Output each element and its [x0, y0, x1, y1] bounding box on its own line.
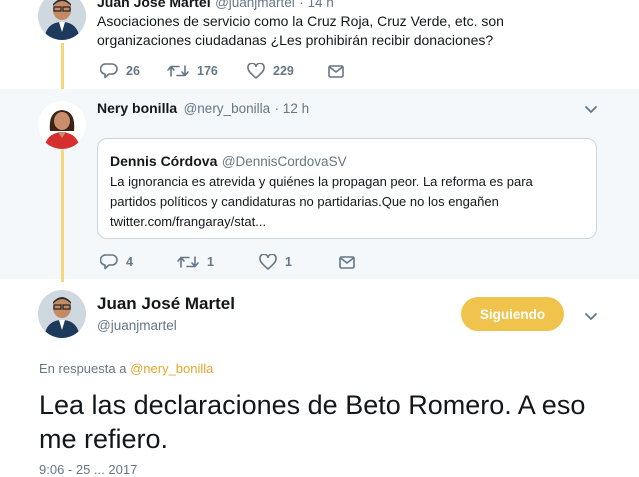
- avatar-juan-main-image: [38, 290, 86, 338]
- tweet2-actions: 4 1 1: [100, 254, 355, 270]
- tweet2-author-handle[interactable]: @nery_bonilla: [184, 101, 271, 116]
- tweet2-time[interactable]: · 12 h: [275, 101, 310, 116]
- quoted-text-line2: partidos políticos y candidaturas no par…: [110, 194, 499, 209]
- chevron-down-icon[interactable]: [584, 105, 598, 115]
- tweet1-author-name[interactable]: Juan José Martel: [97, 0, 211, 10]
- quoted-tweet-text: La ignorancia es atrevida y quiénes la p…: [110, 172, 590, 232]
- tweet2-like-button[interactable]: 1: [259, 254, 339, 270]
- tweet1-text: Asociaciones de servicio como la Cruz Ro…: [97, 12, 617, 50]
- tweet1-reply-button[interactable]: 26: [100, 63, 167, 79]
- following-button[interactable]: Siguiendo: [461, 297, 564, 331]
- tweet1-retweet-button[interactable]: 176: [167, 63, 247, 79]
- main-author-name[interactable]: Juan José Martel: [97, 294, 235, 314]
- heart-icon: [259, 254, 277, 270]
- reply-prefix: En respuesta a: [39, 361, 127, 376]
- tweet2-retweet-count: 1: [207, 255, 214, 269]
- main-text-line2: me refiero.: [39, 424, 169, 454]
- tweet1-text-line2: organizaciones ciudadanas ¿Les prohibirá…: [97, 32, 494, 48]
- envelope-icon: [328, 64, 344, 78]
- reply-context: En respuesta a @nery_bonilla: [39, 361, 213, 376]
- avatar-juan-image: [38, 0, 86, 40]
- reply-icon: [100, 254, 118, 270]
- envelope-icon: [339, 255, 355, 269]
- quoted-tweet-header: Dennis Córdova @DennisCordovaSV: [110, 153, 347, 171]
- tweet2-reply-count: 4: [126, 255, 133, 269]
- thread-line-bottom-over: [61, 150, 64, 282]
- tweet1-author-handle[interactable]: @juanjmartel: [215, 0, 295, 10]
- tweet2-author-name[interactable]: Nery bonilla: [97, 100, 177, 116]
- tweet1-like-button[interactable]: 229: [247, 63, 328, 79]
- tweet1-retweet-count: 176: [197, 64, 218, 78]
- quoted-author-name: Dennis Córdova: [110, 153, 218, 169]
- avatar-nery[interactable]: [38, 101, 86, 149]
- tweet1-like-count: 229: [273, 64, 294, 78]
- retweet-icon: [177, 256, 199, 268]
- avatar-juan-main[interactable]: [38, 290, 86, 338]
- main-text-line1: Lea las declaraciones de Beto Romero. A …: [39, 390, 586, 420]
- reply-to-link[interactable]: @nery_bonilla: [130, 361, 213, 376]
- avatar-nery-image: [38, 101, 86, 149]
- reply-icon: [100, 63, 118, 79]
- tweet2-retweet-button[interactable]: 1: [177, 254, 259, 270]
- tweet1-actions: 26 176 229: [100, 63, 344, 79]
- tweet1-header: Juan José Martel @juanjmartel · 14 h: [97, 0, 334, 12]
- tweet1-text-line1: Asociaciones de servicio como la Cruz Ro…: [97, 13, 504, 29]
- heart-icon: [247, 63, 265, 79]
- tweet2-header: Nery bonilla @nery_bonilla · 12 h: [97, 100, 309, 118]
- chevron-down-icon[interactable]: [584, 312, 598, 322]
- tweet1-dm-button[interactable]: [328, 64, 344, 78]
- quoted-text-line3: twitter.com/frangaray/stat...: [110, 214, 267, 229]
- main-tweet-text: Lea las declaraciones de Beto Romero. A …: [39, 388, 619, 456]
- tweet2-like-count: 1: [285, 255, 292, 269]
- tweet2-dm-button[interactable]: [339, 255, 355, 269]
- quoted-author-handle: @DennisCordovaSV: [221, 154, 347, 169]
- main-author-handle[interactable]: @juanjmartel: [97, 318, 177, 333]
- tweet1-reply-count: 26: [126, 64, 140, 78]
- quoted-text-line1: La ignorancia es atrevida y quiénes la p…: [110, 174, 533, 189]
- retweet-icon: [167, 65, 189, 77]
- avatar-juan[interactable]: [38, 0, 86, 40]
- tweet2-reply-button[interactable]: 4: [100, 254, 177, 270]
- tweet1-time[interactable]: · 14 h: [299, 0, 334, 10]
- quoted-tweet[interactable]: Dennis Córdova @DennisCordovaSV La ignor…: [97, 138, 597, 239]
